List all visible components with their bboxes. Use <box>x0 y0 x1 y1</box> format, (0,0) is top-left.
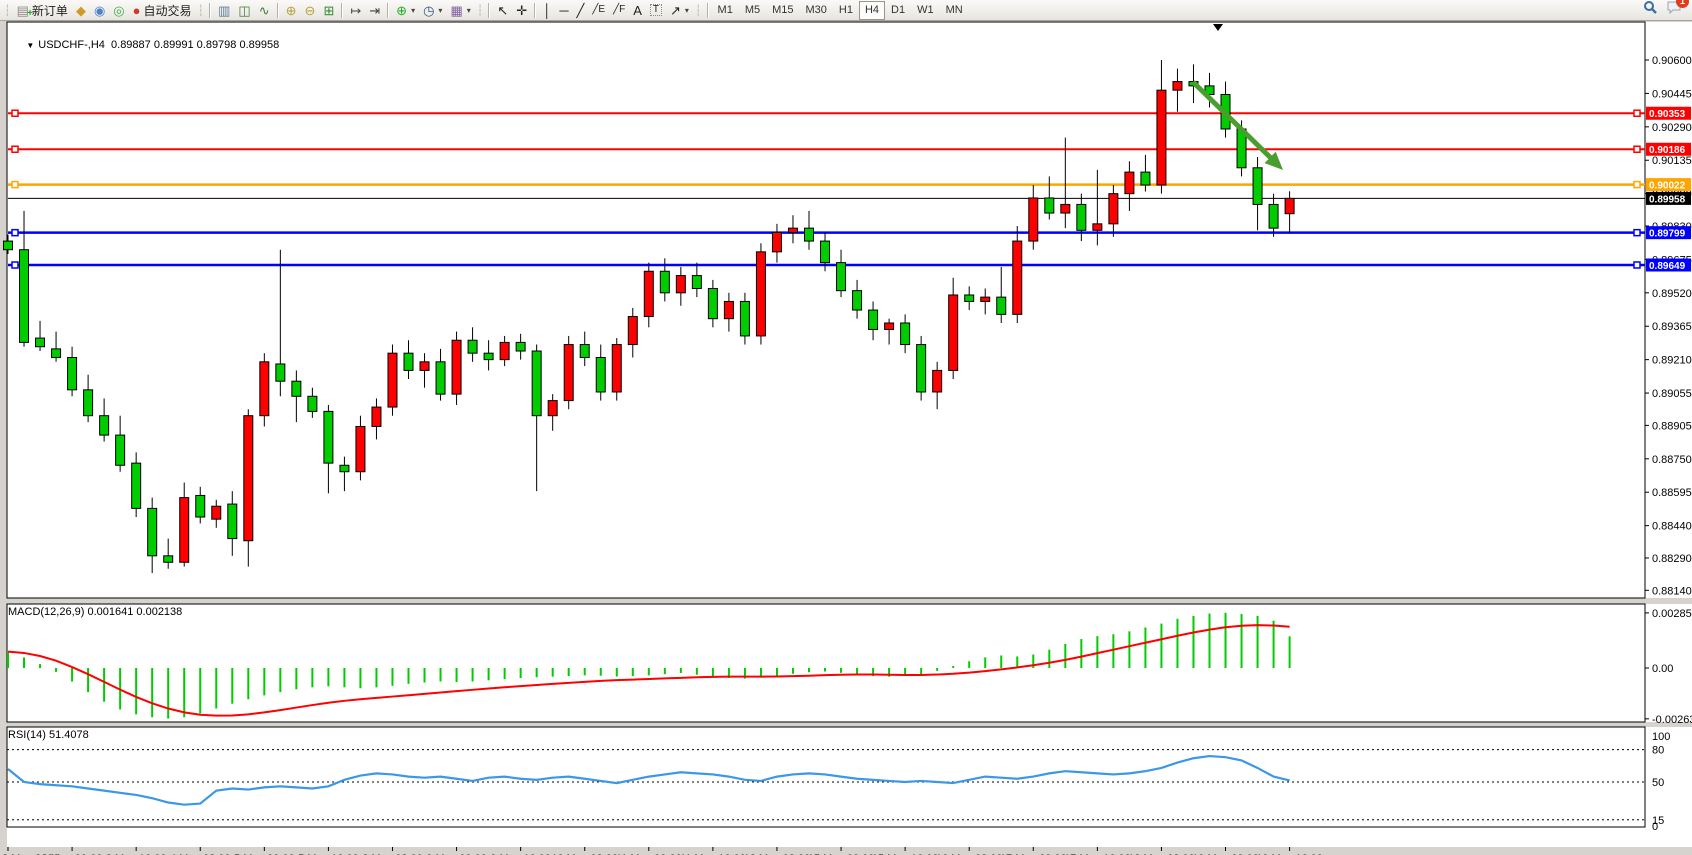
autotrade-icon: ● <box>133 4 141 17</box>
fibo-icon: ╱F <box>613 5 625 15</box>
main-chart-title: ▼ USDCHF-,H4 0.89887 0.89991 0.89798 0.89… <box>8 27 279 63</box>
chevron-down-icon: ▾ <box>685 6 689 15</box>
templates-button[interactable]: ▦▾ <box>446 1 474 20</box>
signal-button[interactable]: ◎ <box>109 1 128 20</box>
tile-windows-icon: ⊞ <box>323 4 334 17</box>
separator <box>534 3 536 18</box>
text-icon: A <box>633 4 642 17</box>
search-button[interactable] <box>1643 0 1658 20</box>
zoom-out-icon: ⊖ <box>305 4 316 17</box>
trendline-button[interactable]: ╱ <box>573 1 589 20</box>
chevron-down-icon: ▾ <box>411 6 415 15</box>
label-icon: T <box>650 4 662 16</box>
timeframe-h1[interactable]: H1 <box>833 1 859 20</box>
zoom-in-button[interactable]: ⊕ <box>282 1 301 20</box>
separator <box>488 3 490 18</box>
rsi-indicator-label: RSI(14) 51.4078 <box>8 729 89 741</box>
toolbar-grip[interactable]: ┆ <box>198 4 205 17</box>
macd-indicator-label: MACD(12,26,9) 0.001641 0.002138 <box>8 606 182 618</box>
time-axis[interactable] <box>0 827 1692 847</box>
separator <box>209 3 211 18</box>
timeframe-mn[interactable]: MN <box>940 1 969 20</box>
chart-canvas[interactable]: 0.906000.904450.902900.901350.899800.898… <box>0 21 1692 855</box>
arrows-tool-button[interactable]: ↗▾ <box>666 1 693 20</box>
indicators-button[interactable]: ⊕▾ <box>392 1 419 20</box>
arrows-icon: ↗ <box>670 4 681 17</box>
cursor-button[interactable]: ↖ <box>493 1 512 20</box>
seal-button[interactable]: ◆ <box>72 1 90 20</box>
chat-button[interactable]: 1 <box>1666 0 1682 20</box>
signal-icon: ◎ <box>113 4 124 17</box>
timeframe-m15[interactable]: M15 <box>766 1 799 20</box>
separator <box>341 3 343 18</box>
zoom-in-icon: ⊕ <box>286 4 297 17</box>
toolbar-grip[interactable]: ┆ <box>4 4 11 17</box>
search-icon <box>1643 0 1658 15</box>
new-order-label: 新订单 <box>32 2 68 19</box>
separator <box>707 3 709 18</box>
line-chart-button[interactable]: ∿ <box>255 1 274 20</box>
seal-icon: ◆ <box>76 4 86 17</box>
auto-scroll-icon: ↦ <box>350 4 361 17</box>
channel-button[interactable]: ╱E <box>588 1 609 20</box>
mt4-window: ┆ ▤+ 新订单 ◆ ◉ ◎ ● 自动交易 ┆ ▥ ◫ ∿ ⊕ ⊖ ⊞ ↦ ⇥ … <box>0 0 1692 855</box>
community-icon: ◉ <box>94 4 105 17</box>
indicators-icon: ⊕ <box>396 4 407 17</box>
new-order-icon: ▤+ <box>17 4 29 17</box>
notification-badge: 1 <box>1676 0 1689 8</box>
zoom-out-button[interactable]: ⊖ <box>301 1 320 20</box>
hline-button[interactable]: ─ <box>555 1 572 20</box>
vline-icon: │ <box>543 4 551 17</box>
candle-chart-button[interactable]: ◫ <box>234 1 254 20</box>
separator <box>277 3 279 18</box>
channel-icon: ╱E <box>592 5 605 15</box>
candle-chart-icon: ◫ <box>238 4 250 17</box>
label-tool-button[interactable]: T <box>646 1 666 20</box>
price-axis[interactable] <box>1645 21 1692 827</box>
bar-chart-button[interactable]: ▥ <box>214 1 234 20</box>
timeframe-w1[interactable]: W1 <box>911 1 940 20</box>
line-chart-icon: ∿ <box>259 4 270 17</box>
auto-trading-label: 自动交易 <box>143 2 191 19</box>
hline-icon: ─ <box>559 4 568 17</box>
crosshair-icon: ✛ <box>516 4 527 17</box>
bar-chart-icon: ▥ <box>218 4 230 17</box>
collapse-icon[interactable]: ▼ <box>26 41 34 50</box>
new-order-button[interactable]: ▤+ 新订单 <box>13 1 72 20</box>
auto-scroll-button[interactable]: ↦ <box>346 1 365 20</box>
separator <box>387 3 389 18</box>
toolbar: ┆ ▤+ 新订单 ◆ ◉ ◎ ● 自动交易 ┆ ▥ ◫ ∿ ⊕ ⊖ ⊞ ↦ ⇥ … <box>0 0 1692 21</box>
trendline-icon: ╱ <box>577 4 585 17</box>
timeframe-d1[interactable]: D1 <box>885 1 911 20</box>
templates-icon: ▦ <box>450 4 462 17</box>
toolbar-grip[interactable]: ┆ <box>477 4 484 17</box>
text-tool-button[interactable]: A <box>629 1 646 20</box>
ohlc-values: 0.89887 0.89991 0.89798 0.89958 <box>111 39 279 51</box>
auto-trading-button[interactable]: ● 自动交易 <box>129 1 196 20</box>
chart-shift-button[interactable]: ⇥ <box>365 1 384 20</box>
symbol-period-label: USDCHF-,H4 <box>38 39 105 51</box>
toolbar-grip[interactable]: ┆ <box>695 4 702 17</box>
timeframe-m30[interactable]: M30 <box>800 1 833 20</box>
chart-area[interactable]: 0.906000.904450.902900.901350.899800.898… <box>0 21 1692 855</box>
crosshair-button[interactable]: ✛ <box>512 1 531 20</box>
timeframe-h4[interactable]: H4 <box>859 1 885 20</box>
chart-shift-icon: ⇥ <box>369 4 380 17</box>
periods-icon: ◷ <box>423 4 434 17</box>
timeframe-m5[interactable]: M5 <box>739 1 766 20</box>
tile-windows-button[interactable]: ⊞ <box>319 1 338 20</box>
vline-button[interactable]: │ <box>539 1 555 20</box>
chevron-down-icon: ▾ <box>438 6 442 15</box>
fibonacci-button[interactable]: ╱F <box>609 1 629 20</box>
periods-button[interactable]: ◷▾ <box>419 1 446 20</box>
timeframe-m1[interactable]: M1 <box>712 1 739 20</box>
chevron-down-icon: ▾ <box>467 6 471 15</box>
cursor-icon: ↖ <box>497 4 508 17</box>
community-button[interactable]: ◉ <box>90 1 109 20</box>
